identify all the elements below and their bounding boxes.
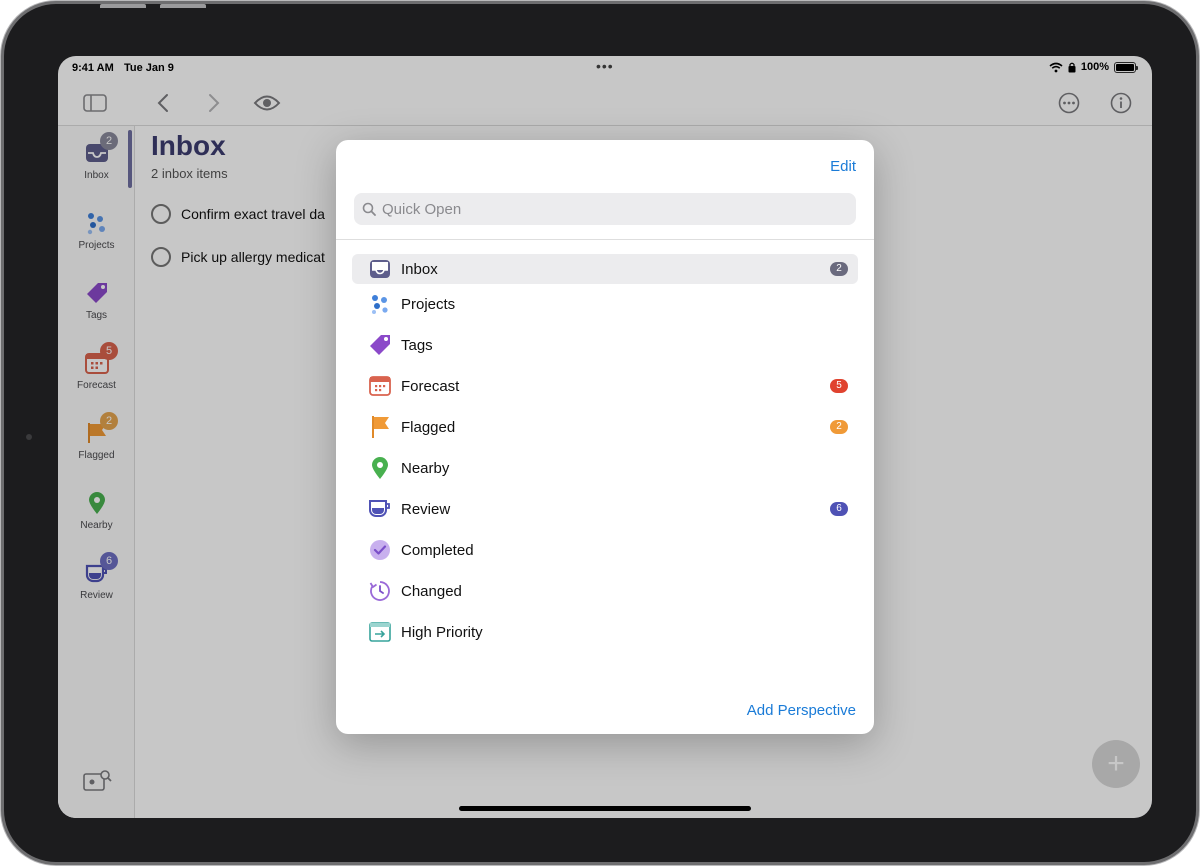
perspective-row-completed[interactable]: Completed — [352, 535, 858, 565]
high-priority-icon — [368, 620, 392, 644]
location-pin-icon — [368, 456, 392, 480]
perspective-row-changed[interactable]: Changed — [352, 576, 858, 606]
screen: 9:41 AM Tue Jan 9 ••• 100% 2 Inbox Proje… — [58, 56, 1152, 818]
projects-icon — [368, 292, 392, 316]
count-badge: 2 — [830, 420, 848, 434]
perspective-label: Completed — [401, 541, 474, 559]
perspective-label: High Priority — [401, 623, 483, 641]
perspective-label: Inbox — [401, 260, 438, 278]
perspective-label: Nearby — [401, 459, 450, 477]
perspective-row-tags[interactable]: Tags — [352, 330, 858, 360]
divider — [336, 239, 874, 240]
flag-icon — [368, 415, 392, 439]
count-badge: 2 — [830, 262, 848, 276]
perspective-label: Review — [401, 500, 451, 518]
perspective-row-review[interactable]: Review 6 — [352, 494, 858, 524]
review-cup-icon — [368, 497, 392, 521]
home-indicator[interactable] — [459, 806, 751, 811]
count-badge: 5 — [830, 379, 848, 393]
perspective-label: Tags — [401, 336, 433, 354]
search-input[interactable] — [382, 200, 842, 218]
top-button — [160, 4, 206, 8]
perspective-row-forecast[interactable]: Forecast 5 — [352, 371, 858, 401]
camera — [26, 434, 32, 440]
tag-icon — [368, 333, 392, 357]
perspective-label: Projects — [401, 295, 456, 313]
edit-button[interactable]: Edit — [830, 158, 856, 175]
count-badge: 6 — [830, 502, 848, 516]
perspective-label: Forecast — [401, 377, 460, 395]
quick-open-popover: Edit Inbox 2 Projects — [336, 140, 874, 734]
ipad-frame: 9:41 AM Tue Jan 9 ••• 100% 2 Inbox Proje… — [4, 4, 1196, 862]
perspective-row-flagged[interactable]: Flagged 2 — [352, 412, 858, 442]
perspective-label: Changed — [401, 582, 462, 600]
perspective-label: Flagged — [401, 418, 456, 436]
checkmark-circle-icon — [368, 538, 392, 562]
search-icon — [362, 202, 376, 216]
inbox-icon — [368, 257, 392, 281]
quick-open-search[interactable] — [354, 193, 856, 225]
clock-arrow-icon — [368, 579, 392, 603]
perspective-row-high-priority[interactable]: High Priority — [352, 617, 858, 647]
top-button — [100, 4, 146, 8]
add-perspective-button[interactable]: Add Perspective — [747, 702, 856, 719]
perspective-row-nearby[interactable]: Nearby — [352, 453, 858, 483]
perspective-row-projects[interactable]: Projects — [352, 289, 858, 319]
calendar-icon — [368, 374, 392, 398]
perspective-row-inbox[interactable]: Inbox 2 — [352, 254, 858, 284]
